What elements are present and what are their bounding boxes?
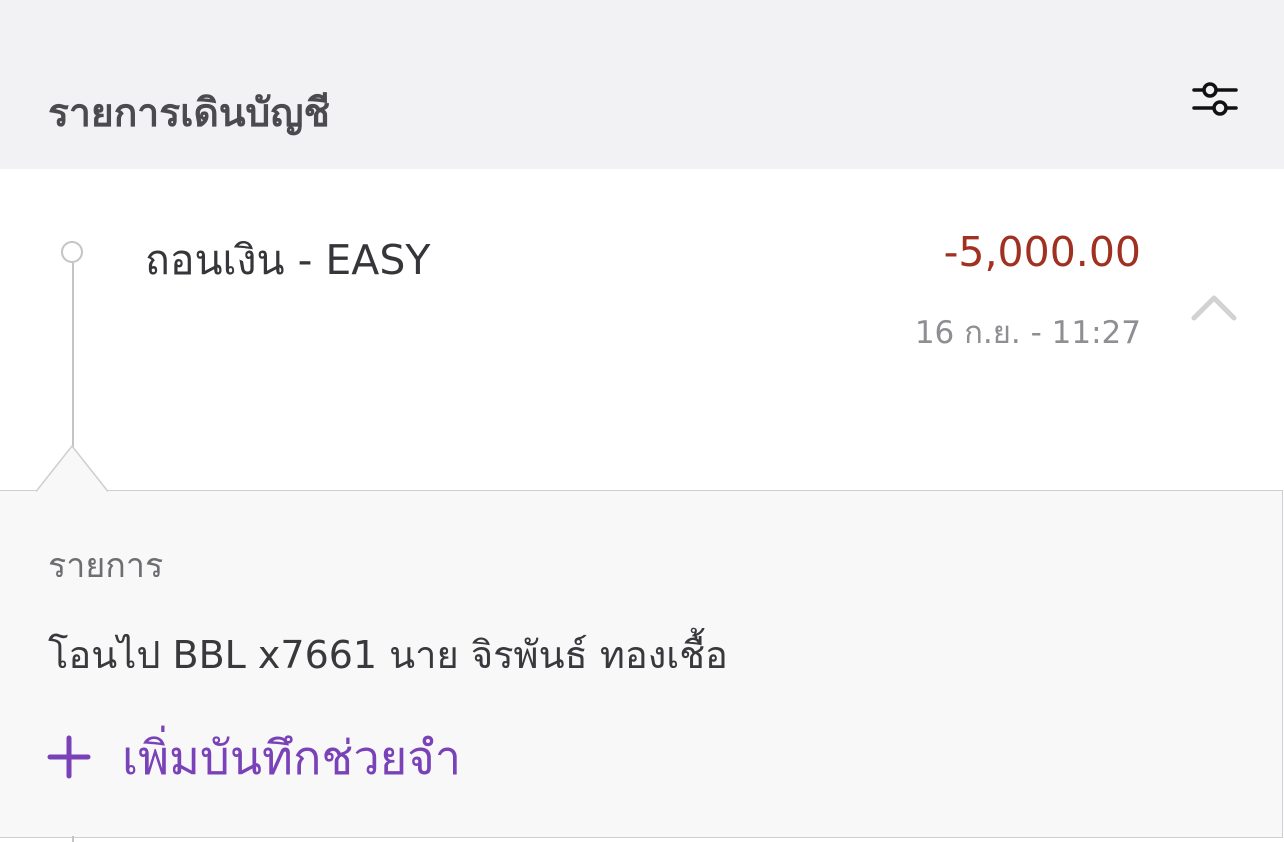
plus-icon <box>46 734 92 780</box>
timeline-dot <box>61 241 83 263</box>
filter-sliders-icon <box>1192 82 1238 116</box>
chevron-up-icon <box>1191 295 1237 321</box>
collapse-button[interactable] <box>1186 286 1242 328</box>
timeline-line <box>72 263 74 453</box>
top-shadow-strip <box>0 0 1284 10</box>
timeline-line-continuation <box>72 836 74 842</box>
transaction-datetime: 16 ก.ย. - 11:27 <box>914 315 1141 351</box>
add-note-label: เพิ่มบันทึกช่วยจำ <box>122 730 462 786</box>
transaction-title: ถอนเงิน - EASY <box>145 236 431 284</box>
panel-pointer <box>36 445 108 493</box>
filter-button[interactable] <box>1186 72 1244 126</box>
add-note-button[interactable]: เพิ่มบันทึกช่วยจำ <box>46 722 461 792</box>
page-title: รายการเดินบัญชี <box>48 91 330 136</box>
detail-value: โอนไป BBL x7661 นาย จิรพันธ์ ทองเชื้อ <box>48 633 728 677</box>
transaction-amount: -5,000.00 <box>943 228 1141 276</box>
detail-label: รายการ <box>48 546 164 586</box>
